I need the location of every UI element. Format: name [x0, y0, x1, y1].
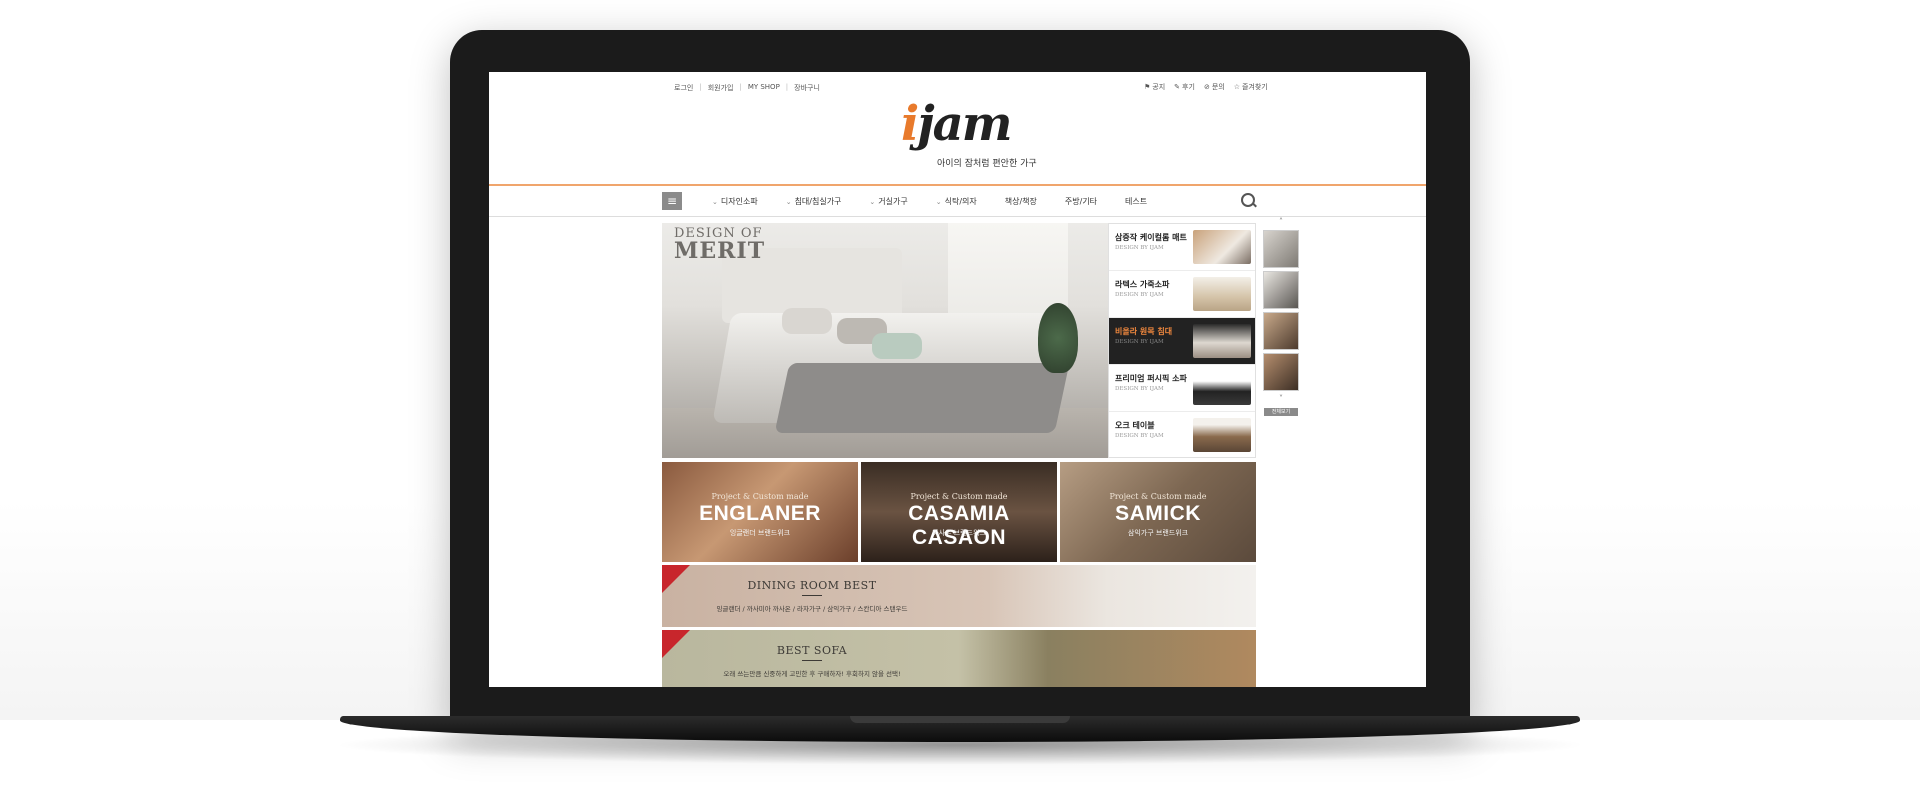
logo-text: jam	[917, 96, 1012, 152]
cart-link[interactable]: 장바구니	[794, 83, 820, 93]
thumbnail-scroller: ˄ ˅ 전체보기	[1261, 217, 1301, 416]
brand-subtitle: 잉글랜더 브랜드위크	[729, 529, 791, 537]
review-label: 후기	[1182, 83, 1195, 91]
logo-wordmark: ijam	[901, 96, 1013, 152]
best-sofa-banner[interactable]: BEST SOFA 오래 쓰는만큼 신중하게 고민한 후 구매하자! 후회하지 …	[662, 630, 1256, 687]
nav-label: 테스트	[1125, 196, 1148, 206]
inquiry-link[interactable]: ⊘ 문의	[1204, 82, 1225, 92]
hamburger-menu-button[interactable]: ≡	[662, 192, 682, 210]
laptop-screen: 로그인 | 회원가입 | MY SHOP | 장바구니 ⚑ 공지 ✎ 후기 ⊘ 문의 ☆ 즐겨…	[489, 72, 1426, 687]
site-logo[interactable]: ijam 아이의 잠처럼 편안한 가구	[901, 96, 1037, 170]
scroller-thumbnail[interactable]	[1263, 353, 1299, 391]
product-thumbnail	[1193, 324, 1251, 358]
brand-name: ENGLANER	[699, 502, 821, 525]
laptop-notch	[850, 716, 1070, 723]
product-thumbnail	[1193, 277, 1251, 311]
favorite-link[interactable]: ☆ 즐겨찾기	[1234, 82, 1268, 92]
scroller-thumbnail[interactable]	[1263, 271, 1299, 309]
brand-pretitle: Project & Custom made	[910, 492, 1008, 501]
main-nav: ≡ ⌄ 디자인소파 ⌄ 침대/침실가구 ⌄ 거실가구 ⌄ 식탁/의자 책상/책장 주방/…	[662, 189, 1262, 213]
nav-label: 거실가구	[878, 196, 908, 206]
product-item[interactable]: 라텍스 가죽소파 DESIGN BY IJAM	[1109, 271, 1255, 318]
chevron-up-icon[interactable]: ˄	[1261, 217, 1301, 227]
search-icon[interactable]	[1241, 193, 1255, 207]
product-thumbnail	[1193, 230, 1251, 264]
hero-title-line2: MERIT	[674, 238, 766, 264]
nav-item-dining[interactable]: ⌄ 식탁/의자	[936, 196, 977, 207]
hero-pillow	[872, 333, 922, 359]
nav-top-line	[489, 184, 1426, 186]
nav-item-desk[interactable]: 책상/책장	[1005, 196, 1037, 207]
signup-link[interactable]: 회원가입	[708, 83, 734, 93]
banner-title: DINING ROOM BEST	[747, 579, 877, 592]
brand-tile-casamia[interactable]: Project & Custom made CASAMIA CASAON 까사온…	[861, 462, 1057, 562]
product-item[interactable]: 비올라 원목 침대 DESIGN BY IJAM	[1109, 318, 1255, 365]
login-link[interactable]: 로그인	[674, 83, 693, 93]
brand-tiles: Project & Custom made ENGLANER 잉글랜더 브랜드위…	[662, 462, 1256, 562]
review-link[interactable]: ✎ 후기	[1174, 82, 1195, 92]
utility-links: 로그인 | 회원가입 | MY SHOP | 장바구니	[674, 83, 820, 93]
hamburger-icon: ≡	[666, 194, 678, 208]
inquiry-label: 문의	[1211, 83, 1225, 91]
hero-title: DESIGN OF MERIT	[674, 227, 765, 262]
product-thumbnail	[1193, 418, 1251, 452]
logo-tagline: 아이의 잠처럼 편안한 가구	[937, 159, 1037, 169]
nav-label: 침대/침실가구	[794, 196, 842, 206]
chevron-down-icon: ⌄	[785, 197, 792, 206]
brand-name: SAMICK	[1115, 502, 1201, 525]
brand-tile-samick[interactable]: Project & Custom made SAMICK 삼익가구 브랜드위크	[1060, 462, 1256, 562]
brand-pretitle: Project & Custom made	[711, 492, 809, 501]
scroller-thumbnail[interactable]	[1263, 312, 1299, 350]
featured-product-list: 삼중작 케이컬롬 매트 DESIGN BY IJAM 라텍스 가죽소파 DESI…	[1108, 223, 1256, 458]
nav-label: 식탁/의자	[944, 196, 977, 206]
chevron-down-icon[interactable]: ˅	[1261, 394, 1301, 404]
scroller-thumbnail[interactable]	[1263, 230, 1299, 268]
nav-item-design-sofa[interactable]: ⌄ 디자인소파	[712, 196, 758, 207]
nav-label: 디자인소파	[720, 196, 758, 206]
notice-link[interactable]: ⚑ 공지	[1144, 82, 1165, 92]
brand-subtitle: 삼익가구 브랜드위크	[1127, 529, 1189, 537]
clip-icon: ⊘	[1203, 83, 1210, 91]
logo-i: i	[901, 96, 919, 152]
brand-name: CASAMIA CASAON	[908, 502, 1010, 549]
hero-pillow	[782, 308, 832, 334]
hero-blanket	[774, 363, 1070, 433]
view-all-button[interactable]: 전체보기	[1264, 408, 1298, 416]
dining-room-banner[interactable]: DINING ROOM BEST 잉글랜더 / 까사미아 까사온 / 라자가구 …	[662, 565, 1256, 627]
product-item[interactable]: 오크 테이블 DESIGN BY IJAM	[1109, 412, 1255, 459]
brand-pretitle: Project & Custom made	[1109, 492, 1207, 501]
nav-item-bedroom[interactable]: ⌄ 침대/침실가구	[786, 196, 842, 207]
nav-item-kitchen[interactable]: 주방/기타	[1065, 196, 1097, 207]
notice-label: 공지	[1152, 83, 1166, 91]
nav-item-test[interactable]: 테스트	[1125, 196, 1147, 207]
favorite-label: 즐겨찾기	[1241, 83, 1268, 91]
product-item[interactable]: 프리미엄 퍼시픽 소파 DESIGN BY IJAM	[1109, 365, 1255, 412]
banner-subtitle: 잉글랜더 / 까사미아 까사온 / 라자가구 / 삼익가구 / 스칸디아 스탠우…	[716, 605, 908, 613]
top-right-links: ⚑ 공지 ✎ 후기 ⊘ 문의 ☆ 즐겨찾기	[1144, 82, 1268, 92]
star-icon: ☆	[1233, 83, 1240, 91]
product-thumbnail	[1193, 371, 1251, 405]
notice-icon: ⚑	[1144, 83, 1151, 91]
brand-subtitle: 까사온 브랜드위크	[932, 529, 986, 537]
banner-divider	[802, 660, 822, 661]
chevron-down-icon: ⌄	[869, 197, 876, 206]
pen-icon: ✎	[1174, 83, 1181, 91]
nav-label: 주방/기타	[1064, 196, 1098, 206]
chevron-down-icon: ⌄	[712, 197, 718, 206]
myshop-link[interactable]: MY SHOP	[748, 83, 780, 93]
brand-tile-englaner[interactable]: Project & Custom made ENGLANER 잉글랜더 브랜드위…	[662, 462, 858, 562]
banner-subtitle: 오래 쓰는만큼 신중하게 고민한 후 구매하자! 후회하지 않을 선택!	[723, 670, 901, 678]
banner-divider	[802, 595, 822, 596]
chevron-down-icon: ⌄	[935, 197, 942, 206]
nav-item-living[interactable]: ⌄ 거실가구	[869, 196, 907, 207]
hero-banner[interactable]: DESIGN OF MERIT	[662, 223, 1108, 458]
banner-title: BEST SOFA	[776, 644, 848, 657]
nav-label: 책상/책장	[1004, 196, 1037, 206]
hero-plant	[1038, 303, 1078, 373]
product-item[interactable]: 삼중작 케이컬롬 매트 DESIGN BY IJAM	[1109, 224, 1255, 271]
